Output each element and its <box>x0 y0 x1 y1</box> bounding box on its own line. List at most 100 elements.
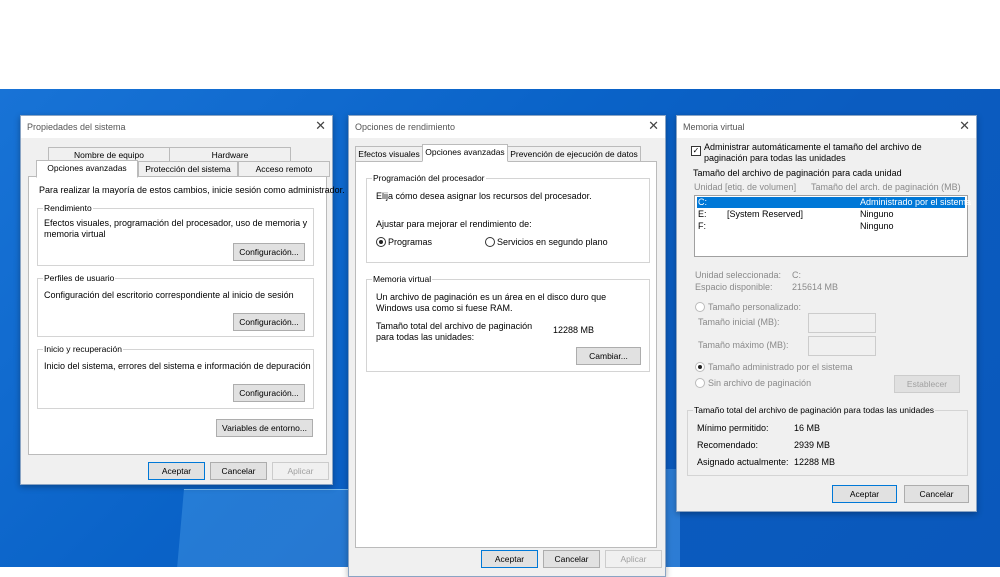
auto-manage-label-1[interactable]: Administrar automáticamente el tamaño de… <box>704 142 922 152</box>
profiles-desc: Configuración del escritorio correspondi… <box>44 290 294 300</box>
min-allowed-value: 16 MB <box>794 423 821 433</box>
window-title: Memoria virtual <box>683 122 745 132</box>
recommended-label: Recomendado: <box>697 440 759 450</box>
sched-desc: Elija cómo desea asignar los recursos de… <box>376 191 592 201</box>
titlebar: Propiedades del sistema ✕ <box>21 116 332 138</box>
selected-drive-label: Unidad seleccionada: <box>695 270 782 280</box>
drive-size: Ninguno <box>860 221 894 231</box>
cancel-button[interactable]: Cancelar <box>210 462 267 480</box>
system-managed-radio[interactable] <box>695 362 705 372</box>
no-paging-label[interactable]: Sin archivo de paginación <box>708 378 811 388</box>
system-managed-label[interactable]: Tamaño administrado por el sistema <box>708 362 853 372</box>
drive-size: Ninguno <box>860 209 894 219</box>
auto-manage-label-2[interactable]: paginación para todas las unidades <box>704 153 846 163</box>
auto-manage-checkbox[interactable]: ✓ <box>691 146 701 156</box>
sched-legend: Programación del procesador <box>372 173 486 183</box>
close-icon[interactable]: ✕ <box>648 119 659 133</box>
cancel-button[interactable]: Cancelar <box>543 550 600 568</box>
custom-size-radio[interactable] <box>695 302 705 312</box>
performance-options-window: Opciones de rendimiento ✕ Efectos visual… <box>348 115 666 577</box>
tab-advanced[interactable]: Opciones avanzadas <box>36 160 138 178</box>
initial-size-input[interactable] <box>808 313 876 333</box>
startup-recovery-group: Inicio y recuperación Inicio del sistema… <box>37 344 314 409</box>
column-size-header: Tamaño del arch. de paginación (MB) <box>811 182 961 192</box>
change-button[interactable]: Cambiar... <box>576 347 641 365</box>
performance-desc-2: memoria virtual <box>44 229 106 239</box>
tab-advanced-options[interactable]: Opciones avanzadas <box>422 144 508 162</box>
system-properties-window: Propiedades del sistema ✕ Nombre de equi… <box>20 115 345 485</box>
titlebar: Opciones de rendimiento ✕ <box>349 116 665 138</box>
user-profiles-group: Perfiles de usuario Configuración del es… <box>37 273 314 337</box>
top-white-band <box>0 0 1000 89</box>
admin-note: Para realizar la mayoría de estos cambio… <box>39 185 345 195</box>
drive-letter: C: <box>698 197 707 207</box>
virtual-memory-group: Memoria virtual Un archivo de paginación… <box>366 274 650 372</box>
tab-dep[interactable]: Prevención de ejecución de datos <box>507 146 641 162</box>
table-row[interactable]: E: [System Reserved] Ninguno <box>697 209 965 220</box>
sched-adjust-label: Ajustar para mejorar el rendimiento de: <box>376 219 532 229</box>
set-button[interactable]: Establecer <box>894 375 960 393</box>
table-row[interactable]: F: Ninguno <box>697 221 965 232</box>
drive-letter: E: <box>698 209 707 219</box>
startup-settings-button[interactable]: Configuración... <box>233 384 305 402</box>
startup-desc: Inicio del sistema, errores del sistema … <box>44 361 311 371</box>
programs-label[interactable]: Programas <box>388 237 432 247</box>
processor-scheduling-group: Programación del procesador Elija cómo d… <box>366 173 650 263</box>
selected-drive-value: C: <box>792 270 801 280</box>
services-label[interactable]: Servicios en segundo plano <box>497 237 608 247</box>
close-icon[interactable]: ✕ <box>315 119 326 133</box>
cancel-button[interactable]: Cancelar <box>904 485 969 503</box>
vm-total-label-2: para todas las unidades: <box>376 332 475 342</box>
tab-panel: Para realizar la mayoría de estos cambio… <box>28 176 345 455</box>
custom-size-label[interactable]: Tamaño personalizado: <box>708 302 801 312</box>
vm-legend: Memoria virtual <box>372 274 433 284</box>
tab-panel: Programación del procesador Elija cómo d… <box>355 161 657 548</box>
vm-desc-1: Un archivo de paginación es un área en e… <box>376 292 607 302</box>
currently-allocated-label: Asignado actualmente: <box>697 457 789 467</box>
performance-desc-1: Efectos visuales, programación del proce… <box>44 218 308 228</box>
max-size-input[interactable] <box>808 336 876 356</box>
initial-size-label: Tamaño inicial (MB): <box>698 317 780 327</box>
ok-button[interactable]: Aceptar <box>148 462 205 480</box>
currently-allocated-value: 12288 MB <box>794 457 836 467</box>
min-allowed-label: Mínimo permitido: <box>697 423 769 433</box>
environment-variables-button[interactable]: Variables de entorno... <box>216 419 313 437</box>
apply-button[interactable]: Aplicar <box>605 550 662 568</box>
performance-legend: Rendimiento <box>43 203 93 213</box>
programs-radio[interactable] <box>376 237 386 247</box>
vm-total-label-1: Tamaño total del archivo de paginación <box>376 321 533 331</box>
free-space-label: Espacio disponible: <box>695 282 773 292</box>
total-legend: Tamaño total del archivo de paginación p… <box>693 405 936 415</box>
profiles-legend: Perfiles de usuario <box>43 273 116 283</box>
tab-visual-effects[interactable]: Efectos visuales <box>355 146 423 162</box>
drives-list[interactable]: C: Administrado por el sistema E: [Syste… <box>694 195 971 257</box>
ok-button[interactable]: Aceptar <box>481 550 538 568</box>
performance-group: Rendimiento Efectos visuales, programaci… <box>37 203 314 266</box>
ok-button[interactable]: Aceptar <box>832 485 897 503</box>
drive-size: Administrado por el sistema <box>860 197 972 207</box>
max-size-label: Tamaño máximo (MB): <box>698 340 789 350</box>
titlebar: Memoria virtual ✕ <box>677 116 976 138</box>
apply-button[interactable]: Aplicar <box>272 462 329 480</box>
table-row[interactable]: C: Administrado por el sistema <box>697 197 971 208</box>
window-title: Propiedades del sistema <box>27 122 126 132</box>
drive-label: [System Reserved] <box>727 209 804 219</box>
profiles-settings-button[interactable]: Configuración... <box>233 313 305 331</box>
column-drive-header: Unidad [etiq. de volumen] <box>694 182 797 192</box>
startup-legend: Inicio y recuperación <box>43 344 123 354</box>
performance-settings-button[interactable]: Configuración... <box>233 243 305 261</box>
services-radio[interactable] <box>485 237 495 247</box>
tab-remote[interactable]: Acceso remoto <box>238 161 330 177</box>
free-space-value: 215614 MB <box>792 282 839 292</box>
drives-group-label: Tamaño del archivo de paginación para ca… <box>693 168 902 178</box>
virtual-memory-window: Memoria virtual ✕ ✓ Administrar automáti… <box>676 115 977 512</box>
total-paging-group: Tamaño total del archivo de paginación p… <box>687 405 968 476</box>
tab-system-protection[interactable]: Protección del sistema <box>138 161 238 177</box>
vm-desc-2: Windows usa como si fuese RAM. <box>376 303 513 313</box>
window-title: Opciones de rendimiento <box>355 122 456 132</box>
close-icon[interactable]: ✕ <box>959 119 970 133</box>
no-paging-radio[interactable] <box>695 378 705 388</box>
drive-letter: F: <box>698 221 706 231</box>
vm-total-value: 12288 MB <box>553 325 595 335</box>
recommended-value: 2939 MB <box>794 440 831 450</box>
